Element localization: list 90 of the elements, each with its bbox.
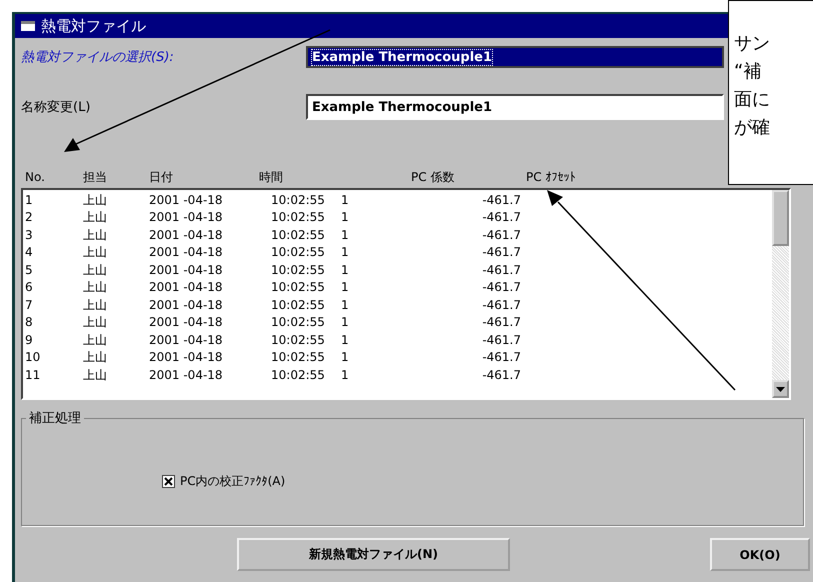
scroll-down-button[interactable] <box>772 380 789 398</box>
table-cell-text: 上山 <box>83 316 108 328</box>
table-cell: -461.7 <box>482 246 521 258</box>
callout-text: 面に <box>734 88 771 112</box>
table-cell-text: 1 <box>341 264 350 276</box>
table-cell-text: 10 <box>25 351 42 364</box>
column-header[interactable]: PC ｵﾌｾｯﾄ <box>526 170 576 184</box>
down-arrow-icon <box>776 386 785 392</box>
table-cell-text: 1 <box>341 316 350 328</box>
table-cell-text: 10:02:55 <box>271 194 326 206</box>
new-file-button[interactable]: 新規熱電対ファイル(N) <box>237 538 510 571</box>
table-cell-text: 2001 -04-18 <box>149 298 224 311</box>
table-cell-text: 上山 <box>83 264 108 276</box>
table-cell: -461.7 <box>482 211 521 224</box>
table-cell-text: 10:02:55 <box>271 316 326 328</box>
table-cell-text: 10:02:55 <box>271 351 326 364</box>
table-cell-text: 1 <box>341 368 350 381</box>
table-cell-text: 10:02:55 <box>271 264 326 276</box>
table-cell-text: 10:02:55 <box>271 298 326 311</box>
name-input-field[interactable]: Example Thermocouple1 <box>306 94 724 120</box>
field-label: 名称変更(L) <box>21 99 90 116</box>
table-cell: -461.7 <box>482 228 521 241</box>
column-header[interactable]: 時間 <box>259 168 283 186</box>
table-cell: -461.7 <box>482 334 521 346</box>
window-title: 熱電対ファイル <box>41 16 146 36</box>
table-cell-text: 10:02:55 <box>271 211 326 224</box>
table-cell: -461.7 <box>482 351 521 364</box>
table-cell: -461.7 <box>482 316 521 328</box>
table-cell-text: 上山 <box>83 228 108 241</box>
table-cell-text: 1 <box>341 298 350 311</box>
table-cell-text: 1 <box>341 351 350 364</box>
table-cell-text: 1 <box>341 211 350 224</box>
table-cell-text: 2001 -04-18 <box>149 228 224 241</box>
scroll-thumb[interactable] <box>772 190 789 246</box>
table-cell-text: 1 <box>341 281 350 294</box>
column-header[interactable]: PC 係数 <box>411 168 454 186</box>
table-cell-text: 2001 -04-18 <box>149 246 224 258</box>
table-cell-text: 2001 -04-18 <box>149 194 224 206</box>
table-cell-text: 10:02:55 <box>271 228 326 241</box>
table-cell-text: 上山 <box>83 281 108 294</box>
table-cell: -461.7 <box>482 368 521 381</box>
table-cell-text: 5 <box>25 264 34 276</box>
table-cell-text: 上山 <box>83 211 108 224</box>
table-cell-text: 上山 <box>83 298 108 311</box>
table-cell: -461.7 <box>482 264 521 276</box>
table-cell: -461.7 <box>482 281 521 294</box>
table-cell-text: 2001 -04-18 <box>149 351 224 364</box>
table-cell: -461.7 <box>482 194 521 206</box>
table-cell-text: 10:02:55 <box>271 281 326 294</box>
column-header[interactable]: No. <box>25 170 45 184</box>
checkbox-label[interactable]: PC内の校正ﾌｧｸﾀ(A) <box>180 473 286 490</box>
table-cell-text: 2001 -04-18 <box>149 281 224 294</box>
table-cell-text: 9 <box>25 334 34 346</box>
ok-button[interactable]: OK(O) <box>710 538 810 571</box>
table-cell-text: 1 <box>341 246 350 258</box>
table-cell-text: 上山 <box>83 334 108 346</box>
table-cell-text: 8 <box>25 316 34 328</box>
table-cell-text: 2001 -04-18 <box>149 264 224 276</box>
table-cell-text: 1 <box>25 194 34 206</box>
group-title: 補正処理 <box>26 409 84 427</box>
table-cell-text: 2 <box>25 211 34 224</box>
field-label: 熱電対ファイルの選択(S): <box>21 49 174 66</box>
table-cell-text: 上山 <box>83 246 108 258</box>
checkbox[interactable] <box>162 475 175 488</box>
table-cell-text: 7 <box>25 298 34 311</box>
table-cell-text: 上山 <box>83 194 108 206</box>
table-cell-text: 3 <box>25 228 34 241</box>
table-cell-text: 10:02:55 <box>271 334 326 346</box>
table-cell-text: 1 <box>341 194 350 206</box>
column-header[interactable]: 日付 <box>149 168 173 186</box>
table-cell-text: 10:02:55 <box>271 246 326 258</box>
table-cell-text: 上山 <box>83 368 108 381</box>
table-cell-text: 2001 -04-18 <box>149 368 224 381</box>
table-cell-text: 1 <box>341 334 350 346</box>
table-cell-text: 2001 -04-18 <box>149 334 224 346</box>
table-cell-text: 2001 -04-18 <box>149 211 224 224</box>
column-header[interactable]: 担当 <box>83 168 107 186</box>
scrollbar[interactable] <box>772 190 789 398</box>
table-cell-text: 2001 -04-18 <box>149 316 224 328</box>
table-cell-text: 1 <box>341 228 350 241</box>
table-cell-text: 11 <box>25 368 42 381</box>
callout-text: が確 <box>734 116 771 140</box>
table-cell-text: 4 <box>25 246 34 258</box>
callout-text: “補 <box>734 60 762 84</box>
table-cell: -461.7 <box>482 298 521 311</box>
callout-text: サン <box>734 32 771 56</box>
table-cell-text: 上山 <box>83 351 108 364</box>
table-cell-text: 10:02:55 <box>271 368 326 381</box>
table-cell-text: 6 <box>25 281 34 294</box>
window-icon <box>21 20 35 32</box>
